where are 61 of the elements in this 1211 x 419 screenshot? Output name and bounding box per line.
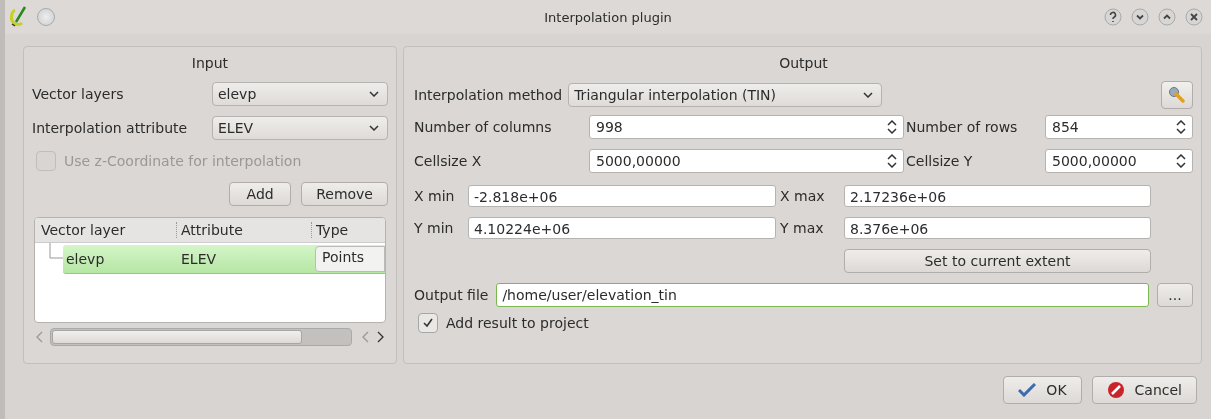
field-label: Number of columns: [414, 119, 553, 135]
field-label: Y max: [780, 220, 825, 236]
field-label: Vector layers: [32, 86, 125, 102]
close-icon[interactable]: [1185, 8, 1203, 26]
checkbox[interactable]: [418, 313, 438, 333]
table-row[interactable]: elevp ELEV Points: [63, 245, 385, 274]
button[interactable]: Remove: [301, 182, 388, 206]
chevron-down-icon: [369, 125, 379, 131]
checkbox-label: Add result to project: [446, 315, 589, 331]
checkmark-icon: [422, 317, 434, 329]
spin-arrows-icon: [1176, 120, 1186, 134]
field-label: Cellsize X: [414, 153, 483, 169]
spin-box[interactable]: 854: [1045, 115, 1193, 139]
spin-arrows-icon: [1176, 154, 1186, 168]
field-label: Cellsize Y: [906, 153, 974, 169]
chevron-down-icon: [369, 91, 379, 97]
type-button[interactable]: Points: [315, 246, 385, 272]
field-label: Number of rows: [906, 119, 1019, 135]
field-label: Interpolation attribute: [32, 120, 189, 136]
minimize-icon[interactable]: [1131, 8, 1149, 26]
panel-title: Output: [778, 54, 829, 73]
field-label: X max: [780, 188, 826, 204]
scroll-right-icon[interactable]: [376, 331, 384, 343]
input-field[interactable]: 2.17236e+06: [844, 185, 1151, 207]
scrollbar[interactable]: [50, 328, 352, 346]
spin-box[interactable]: 5000,00000: [1045, 149, 1193, 173]
window-title: Interpolation plugin: [544, 9, 672, 25]
maximize-icon[interactable]: [1158, 8, 1176, 26]
help-icon[interactable]: [1104, 8, 1122, 26]
app-logo-icon: [9, 6, 29, 28]
panel-title: Input: [190, 54, 230, 73]
layer-dropdown[interactable]: elevp: [212, 82, 388, 106]
spin-box[interactable]: 5000,00000: [589, 149, 904, 173]
checkbox-label: Use z-Coordinate for interpolation: [64, 153, 302, 169]
field-label: Interpolation method: [414, 87, 563, 103]
field-label: X min: [414, 188, 456, 204]
input-field[interactable]: 4.10224e+06: [468, 217, 776, 239]
button[interactable]: Add: [229, 182, 292, 206]
column-header[interactable]: Attribute: [176, 222, 311, 238]
browse-button[interactable]: ...: [1157, 283, 1193, 307]
field-label: Y min: [414, 220, 455, 236]
spin-arrows-icon: [887, 154, 897, 168]
chevron-down-icon: [863, 92, 874, 98]
cancel-icon: [1106, 381, 1125, 399]
tree-branch-icon: [49, 243, 63, 259]
table-cell-text: ELEV: [181, 251, 218, 267]
checkmark-icon: [1018, 383, 1037, 397]
column-header[interactable]: Type: [311, 222, 385, 238]
column-header[interactable]: Vector layer: [35, 222, 176, 238]
output-file-field[interactable]: /home/user/elevation_tin: [496, 283, 1149, 307]
table-cell-text: elevp: [65, 251, 106, 267]
input-field[interactable]: 8.376e+06: [844, 217, 1151, 239]
spin-arrows-icon: [887, 120, 897, 134]
cancel-button[interactable]: Cancel: [1091, 376, 1197, 404]
method-dropdown[interactable]: Triangular interpolation (TIN): [568, 83, 883, 107]
extent-button[interactable]: Set to current extent: [844, 249, 1151, 273]
attribute-dropdown[interactable]: ELEV: [212, 116, 388, 140]
spin-box[interactable]: 998: [589, 115, 904, 139]
input-field[interactable]: -2.818e+06: [468, 185, 776, 207]
field-label: Output file: [414, 287, 489, 303]
ok-button[interactable]: OK: [1003, 376, 1082, 404]
